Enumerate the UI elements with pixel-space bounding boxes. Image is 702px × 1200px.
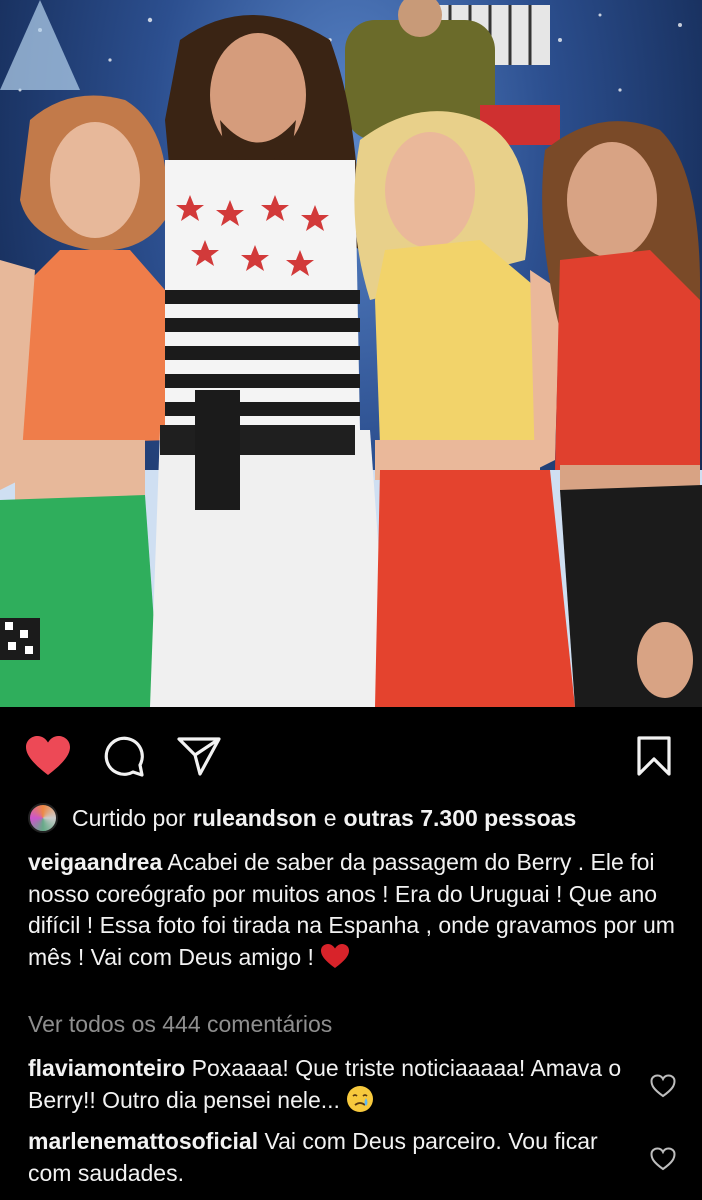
- comment-bubble-icon: [104, 736, 144, 777]
- like-button[interactable]: [24, 732, 72, 780]
- post-photo[interactable]: [0, 0, 702, 707]
- post-caption: veigaandrea Acabei de saber da passagem …: [28, 847, 678, 973]
- paper-plane-icon: [177, 737, 221, 776]
- red-heart-emoji: [321, 943, 350, 968]
- liked-prefix: Curtido por: [72, 804, 186, 831]
- comment-like-heart-icon[interactable]: [650, 1147, 676, 1171]
- liker-avatar: [28, 803, 58, 833]
- bookmark-icon: [637, 736, 671, 776]
- comment-item: marlenemattosoficial Vai com Deus parcei…: [28, 1126, 628, 1189]
- comment-username[interactable]: marlenemattosoficial: [28, 1128, 258, 1154]
- comment-item: flaviamonteiro Poxaaaa! Que triste notic…: [28, 1053, 628, 1116]
- liked-joiner: e: [323, 804, 337, 831]
- post-action-bar: [0, 720, 702, 788]
- likes-summary[interactable]: Curtido por ruleandson e outras 7.300 pe…: [28, 800, 688, 836]
- crying-face-emoji: [347, 1085, 374, 1112]
- comment-like-heart-icon[interactable]: [650, 1074, 676, 1098]
- view-all-comments-link[interactable]: Ver todos os 444 comentários: [28, 1011, 332, 1038]
- comment-button[interactable]: [100, 732, 148, 780]
- post-photo-illustration: [0, 0, 702, 707]
- share-button[interactable]: [175, 732, 223, 780]
- save-button[interactable]: [630, 732, 678, 780]
- liked-user[interactable]: ruleandson: [193, 805, 317, 832]
- heart-filled-icon: [26, 736, 70, 775]
- caption-username[interactable]: veigaandrea: [28, 849, 162, 875]
- liked-others[interactable]: outras 7.300 pessoas: [344, 805, 577, 832]
- comment-username[interactable]: flaviamonteiro: [28, 1055, 185, 1081]
